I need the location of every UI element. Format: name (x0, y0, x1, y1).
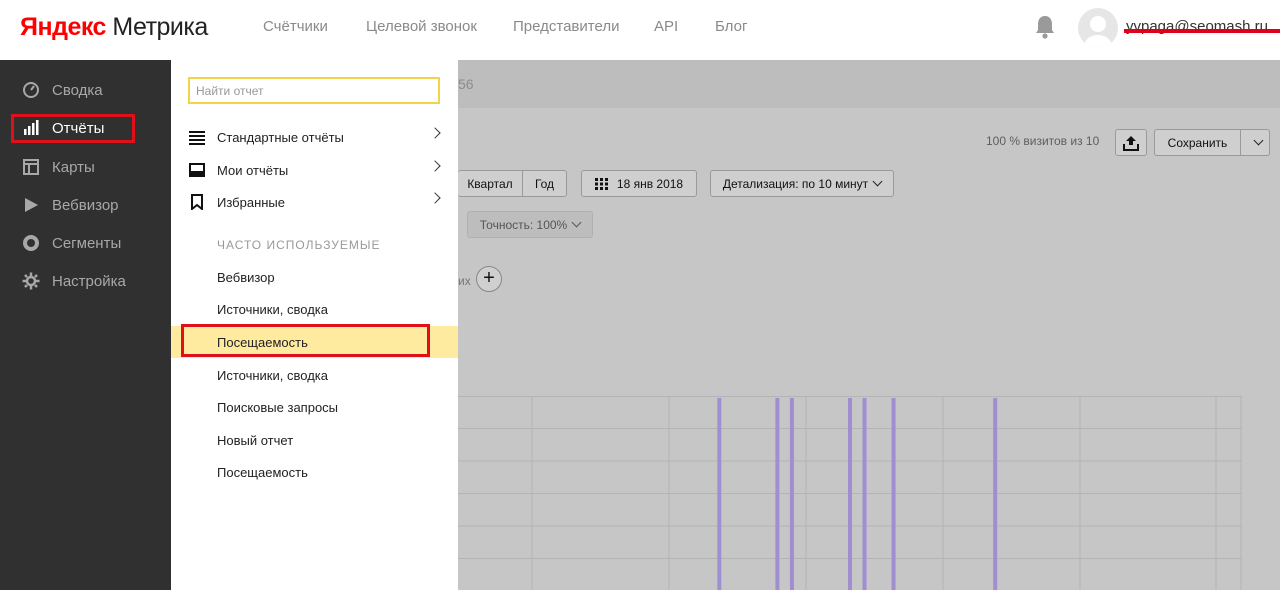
email-redaction (1124, 29, 1280, 33)
nav-blog[interactable]: Блог (715, 18, 747, 35)
menu-favorites[interactable]: Избранные (189, 190, 441, 214)
frequent-item-attendance[interactable]: Посещаемость (217, 335, 308, 350)
chart-bar (848, 398, 852, 590)
detail-dropdown[interactable]: Детализация: по 10 минут (710, 170, 894, 197)
map-layout-icon (22, 158, 40, 176)
nav-counters[interactable]: Счётчики (263, 18, 328, 35)
nav-representatives[interactable]: Представители (513, 18, 619, 35)
report-title-fragment: 56 (458, 76, 474, 92)
sidebar-item-segments[interactable]: Сегменты (22, 228, 121, 258)
chart-bar (717, 398, 722, 590)
chart-bar (862, 398, 867, 590)
sidebar-item-label: Вебвизор (52, 196, 119, 214)
sidebar-item-label: Сегменты (52, 234, 122, 252)
save-options-button[interactable] (1240, 129, 1270, 156)
frequent-item-webvisor[interactable]: Вебвизор (217, 270, 275, 285)
report-title-band (458, 60, 1280, 108)
chart-bar (789, 398, 794, 590)
frequent-item-sources-summary-2[interactable]: Источники, сводка (217, 368, 328, 383)
chevron-down-icon (1253, 135, 1263, 146)
sidebar-item-reports[interactable]: Отчёты (22, 113, 104, 143)
bookmark-icon (189, 194, 205, 212)
frequent-item-search-queries[interactable]: Поисковые запросы (217, 400, 338, 415)
chart-bar (993, 398, 998, 590)
accuracy-label: Точность: 100% (479, 217, 568, 232)
logo-yandex: Яндекс (20, 13, 106, 41)
inbox-icon (189, 162, 205, 178)
avatar[interactable] (1078, 8, 1118, 48)
chevron-down-icon (571, 217, 582, 228)
visits-chart (458, 396, 1242, 590)
nav-api[interactable]: API (654, 18, 678, 35)
list-icon (189, 129, 205, 145)
sidebar-item-maps[interactable]: Карты (22, 152, 95, 182)
chart-bar (891, 398, 896, 590)
date-label: 18 янв 2018 (616, 176, 684, 191)
donut-icon (22, 234, 40, 252)
save-button[interactable]: Сохранить (1154, 129, 1241, 156)
chevron-right-icon (429, 127, 441, 139)
nav-target-call[interactable]: Целевой звонок (366, 18, 477, 35)
metric-label-fragment: их (458, 274, 471, 288)
sidebar-item-label: Отчёты (52, 119, 105, 137)
detail-label: Детализация: по 10 минут (722, 176, 869, 191)
period-year-button[interactable]: Год (522, 170, 567, 197)
play-icon (22, 196, 40, 214)
add-metric-button[interactable]: + (476, 266, 502, 292)
menu-label: Избранные (217, 194, 285, 210)
chevron-down-icon (872, 176, 883, 187)
frequent-item-sources-summary[interactable]: Источники, сводка (217, 302, 328, 317)
menu-standard-reports[interactable]: Стандартные отчёты (189, 125, 441, 149)
yandex-metrika-logo[interactable]: Яндекс Метрика (20, 12, 208, 42)
sidebar-item-settings[interactable]: Настройка (22, 266, 126, 296)
left-sidebar: Сводка Отчёты Карты Вебвизор Сегменты На… (0, 60, 171, 590)
logo-product: Метрика (112, 13, 208, 41)
gear-icon (22, 272, 40, 290)
chart-bar (775, 398, 780, 590)
menu-label: Мои отчёты (217, 162, 289, 178)
period-quarter-button[interactable]: Квартал (458, 170, 523, 197)
sidebar-item-label: Карты (52, 158, 95, 176)
selected-item-highlight (171, 326, 458, 358)
chevron-right-icon (429, 160, 441, 172)
frequent-item-new-report[interactable]: Новый отчет (217, 433, 293, 448)
visits-sample-label: 100 % визитов из 10 (986, 134, 1100, 148)
sidebar-item-webvisor[interactable]: Вебвизор (22, 190, 119, 220)
bar-chart-icon (22, 119, 40, 137)
gauge-icon (22, 81, 40, 99)
export-button[interactable] (1115, 129, 1147, 156)
frequent-item-attendance-2[interactable]: Посещаемость (217, 465, 308, 480)
accuracy-dropdown[interactable]: Точность: 100% (467, 211, 593, 238)
menu-my-reports[interactable]: Мои отчёты (189, 158, 441, 182)
frequent-reports-heading: ЧАСТО ИСПОЛЬЗУЕМЫЕ (217, 238, 381, 252)
sidebar-item-summary[interactable]: Сводка (22, 75, 103, 105)
menu-label: Стандартные отчёты (217, 129, 344, 145)
upload-icon (1123, 135, 1139, 151)
chevron-right-icon (429, 192, 441, 204)
date-picker-button[interactable]: 18 янв 2018 (581, 170, 697, 197)
calendar-icon (594, 177, 608, 190)
sidebar-item-label: Настройка (52, 272, 126, 290)
sidebar-item-label: Сводка (52, 81, 103, 99)
user-silhouette-icon (1084, 16, 1112, 48)
search-report-input[interactable] (188, 77, 440, 104)
bell-icon[interactable] (1034, 14, 1056, 40)
